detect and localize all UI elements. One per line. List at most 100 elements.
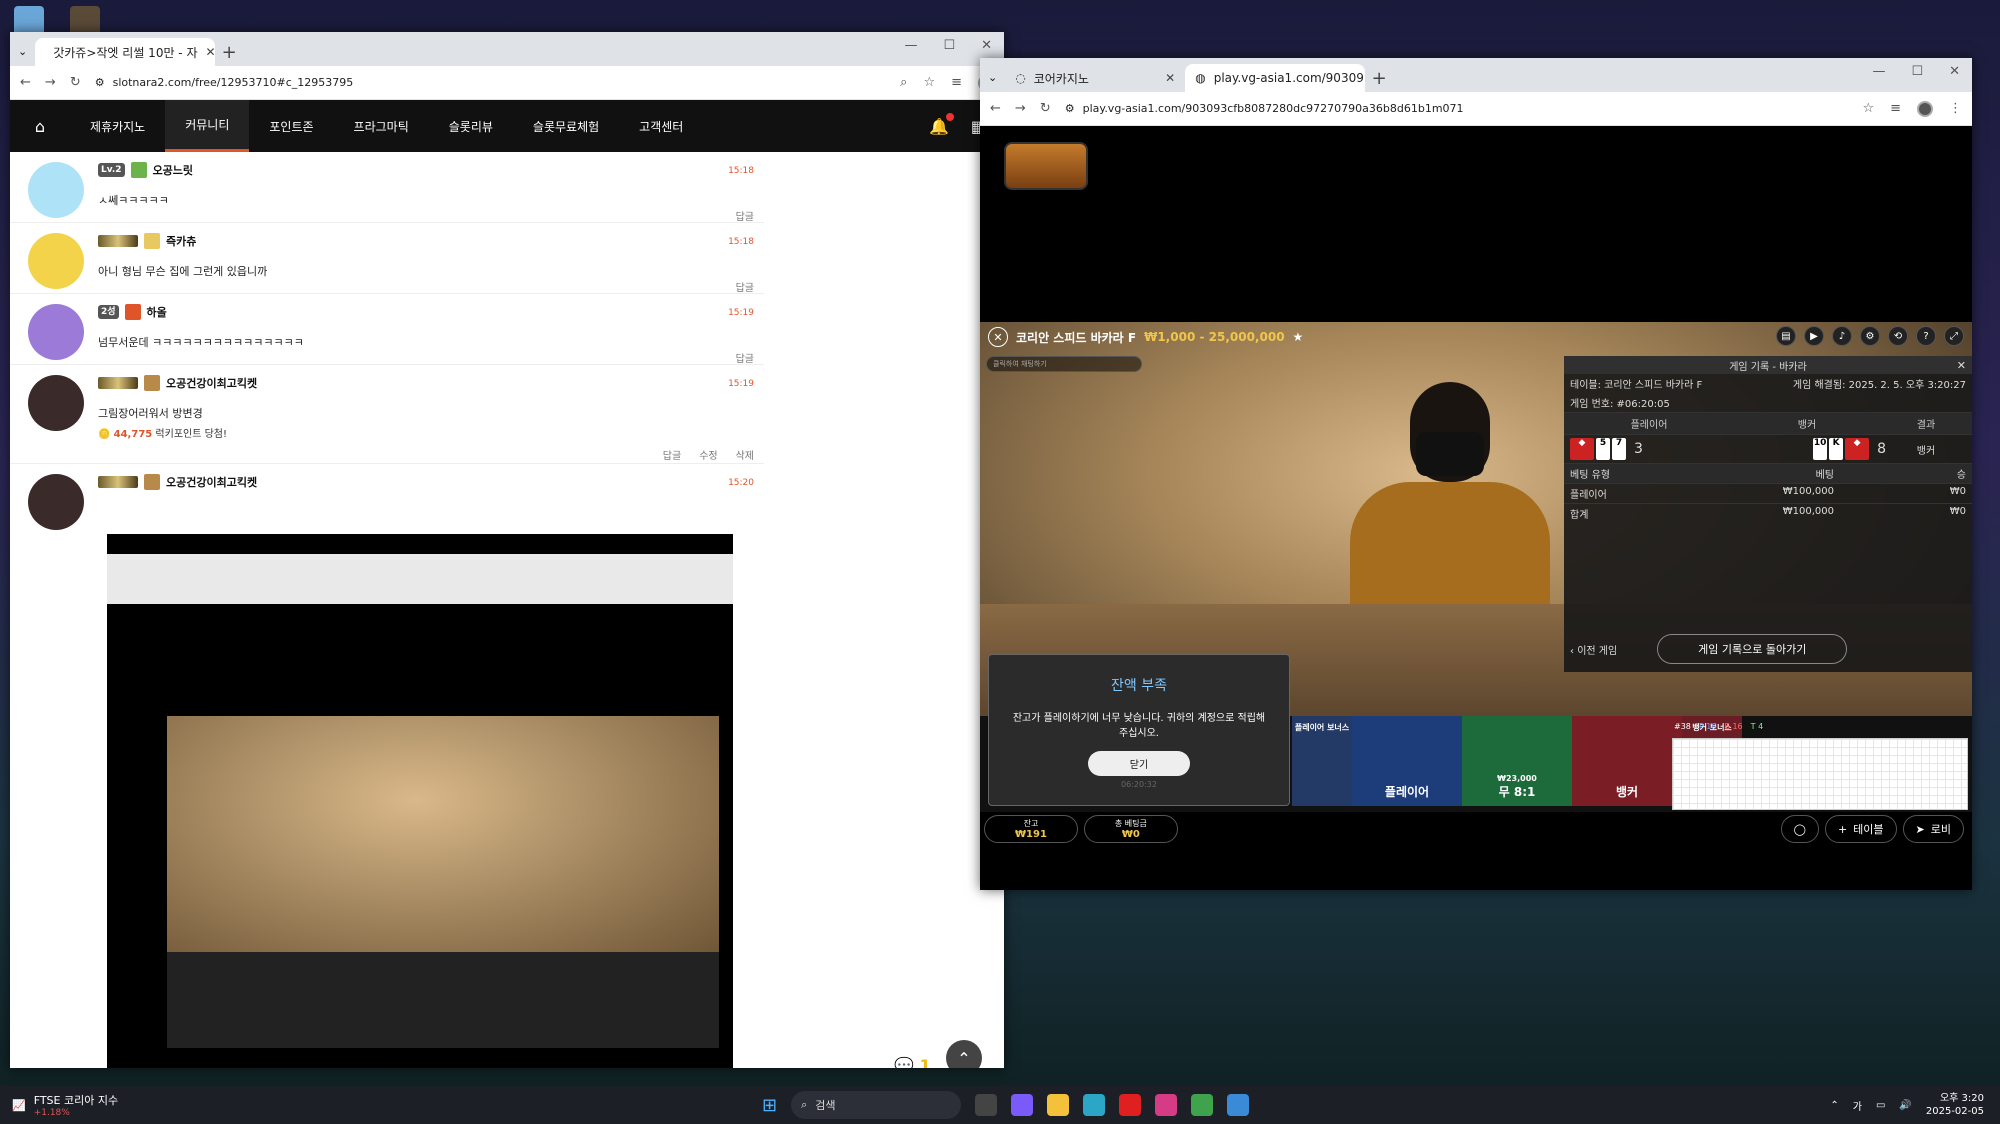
- maximize-icon[interactable]: ☐: [943, 38, 955, 53]
- back-icon[interactable]: ←: [20, 75, 31, 90]
- edit-link[interactable]: 수정: [699, 447, 717, 462]
- new-tab-button[interactable]: +: [215, 38, 243, 66]
- clock[interactable]: 오후 3:20 2025-02-05: [1926, 1092, 1984, 1118]
- close-tab-icon[interactable]: ✕: [1165, 71, 1175, 85]
- avatar[interactable]: [28, 162, 84, 218]
- volume-icon[interactable]: 🔊: [1899, 1100, 1911, 1111]
- minimize-icon[interactable]: —: [904, 38, 917, 53]
- add-table-button[interactable]: + 테이블: [1824, 815, 1897, 843]
- lobby-button[interactable]: ➤ 로비: [1902, 815, 1964, 843]
- chat-icon[interactable]: ▤: [1776, 326, 1796, 346]
- avatar[interactable]: [28, 233, 84, 289]
- comment-author[interactable]: 즉카츄: [166, 233, 196, 249]
- comment-author[interactable]: 오공건강이최고킥켓: [166, 474, 257, 490]
- new-tab-button[interactable]: +: [1365, 64, 1393, 92]
- tab-active[interactable]: 갓카쥬>작엣 리썰 10만 - 자 ✕: [35, 38, 216, 66]
- tab-game[interactable]: ◍ play.vg-asia1.com/90309 🔊 ✕: [1185, 64, 1366, 92]
- scroll-top-button[interactable]: ⌃: [946, 1040, 982, 1068]
- address-bar[interactable]: ⚙ play.vg-asia1.com/903093cfb8087280dc97…: [1065, 102, 1849, 115]
- chat-toggle-button[interactable]: ◯: [1780, 815, 1819, 843]
- site-info-icon[interactable]: ⚙: [1065, 102, 1075, 115]
- site-info-icon[interactable]: ⚙: [95, 76, 105, 89]
- bet-tie[interactable]: ₩23,000 무 8:1: [1462, 716, 1572, 806]
- back-icon[interactable]: ←: [990, 101, 1001, 116]
- help-icon[interactable]: ?: [1916, 326, 1936, 346]
- nav-partner-casino[interactable]: 제휴카지노: [70, 100, 165, 152]
- close-window-icon[interactable]: ✕: [1949, 64, 1960, 79]
- bet-banker[interactable]: 뱅커: [1572, 716, 1682, 806]
- media-icon[interactable]: ≡: [1890, 101, 1901, 116]
- roadmap[interactable]: [1672, 738, 1968, 810]
- more-menu-icon[interactable]: ⋮: [1949, 101, 1962, 116]
- favorite-star-icon[interactable]: ★: [1293, 330, 1304, 344]
- avatar[interactable]: [28, 375, 84, 431]
- comment-author[interactable]: 오공건강이최고킥켓: [166, 375, 257, 391]
- forward-icon[interactable]: →: [1015, 101, 1026, 116]
- bet-player[interactable]: 플레이어: [1352, 716, 1462, 806]
- youtube-icon[interactable]: [1119, 1094, 1142, 1116]
- ime-indicator[interactable]: 가: [1853, 1098, 1862, 1113]
- edge-icon[interactable]: [1083, 1094, 1106, 1116]
- zoom-icon[interactable]: ⌕: [900, 75, 907, 90]
- snipping-tool-icon[interactable]: [1227, 1094, 1250, 1116]
- media-icon[interactable]: ≡: [951, 75, 962, 90]
- instagram-icon[interactable]: [1155, 1094, 1178, 1116]
- comment-author[interactable]: 하올: [147, 304, 167, 320]
- address-bar[interactable]: ⚙ slotnara2.com/free/12953710#c_12953795: [95, 76, 886, 89]
- reload-icon[interactable]: ↻: [70, 75, 81, 90]
- prev-game-link[interactable]: ‹ 이전 게임: [1570, 642, 1617, 657]
- nav-point-zone[interactable]: 포인트존: [249, 100, 333, 152]
- bell-icon[interactable]: 🔔: [929, 112, 954, 136]
- stock-widget[interactable]: 📈 FTSE 코리아 지수 +1.18%: [12, 1092, 118, 1118]
- point-amount: 44,775: [113, 429, 153, 440]
- close-window-icon[interactable]: ✕: [981, 38, 992, 53]
- nav-community[interactable]: 커뮤니티: [165, 100, 250, 152]
- reload-icon[interactable]: ↻: [1040, 101, 1051, 116]
- close-game-icon[interactable]: ✕: [988, 327, 1008, 347]
- chat-input[interactable]: 클릭하여 채팅하기: [986, 356, 1142, 372]
- task-view-icon[interactable]: [975, 1094, 998, 1116]
- tab-list-icon[interactable]: ⌄: [18, 45, 27, 58]
- profile-avatar[interactable]: [1917, 100, 1933, 117]
- maximize-icon[interactable]: ☐: [1911, 64, 1923, 79]
- delete-link[interactable]: 삭제: [736, 447, 754, 462]
- reply-link[interactable]: 답글: [663, 447, 681, 462]
- video-icon[interactable]: ▶: [1804, 326, 1824, 346]
- chat-count[interactable]: 💬 1: [894, 1056, 931, 1068]
- avatar[interactable]: [28, 474, 84, 530]
- comment-author[interactable]: 오공느릿: [153, 162, 193, 178]
- reply-link[interactable]: 답글: [736, 208, 754, 223]
- nav-pragmatic[interactable]: 프라그마틱: [334, 100, 429, 152]
- nav-slot-review[interactable]: 슬롯리뷰: [429, 100, 513, 152]
- taskbar-search[interactable]: ⌕ 검색: [791, 1091, 962, 1119]
- fullscreen-icon[interactable]: ⤢: [1944, 326, 1964, 346]
- close-tab-icon[interactable]: ✕: [206, 45, 216, 59]
- file-explorer-icon[interactable]: [1047, 1094, 1070, 1116]
- bookmark-star-icon[interactable]: ☆: [1862, 101, 1874, 116]
- nav-free-slot[interactable]: 슬롯무료체험: [513, 100, 619, 152]
- modal-close-button[interactable]: 닫기: [1087, 751, 1191, 776]
- back-to-history-button[interactable]: 게임 기록으로 돌아가기: [1657, 634, 1848, 664]
- forward-icon[interactable]: →: [45, 75, 56, 90]
- reply-link[interactable]: 답글: [736, 279, 754, 294]
- reply-link[interactable]: 답글: [736, 350, 754, 365]
- treasure-chest-icon[interactable]: [1004, 142, 1088, 190]
- tab-list-icon[interactable]: ⌄: [988, 71, 997, 84]
- minimize-icon[interactable]: —: [1872, 64, 1885, 79]
- history-icon[interactable]: ⟲: [1888, 326, 1908, 346]
- chrome-icon[interactable]: [1191, 1094, 1214, 1116]
- comment-attached-screenshot[interactable]: [107, 534, 733, 1068]
- copilot-icon[interactable]: [1011, 1094, 1034, 1116]
- network-icon[interactable]: ▭: [1876, 1100, 1885, 1111]
- settings-icon[interactable]: ⚙: [1860, 326, 1880, 346]
- windows-start-icon[interactable]: ⊞: [762, 1095, 777, 1116]
- bet-player-bonus[interactable]: 플레이어 보너스: [1292, 716, 1352, 806]
- tray-chevron-icon[interactable]: ⌃: [1830, 1100, 1838, 1111]
- close-history-icon[interactable]: ✕: [1957, 359, 1966, 372]
- bookmark-star-icon[interactable]: ☆: [923, 75, 935, 90]
- nav-support[interactable]: 고객센터: [619, 100, 703, 152]
- sound-icon[interactable]: ♪: [1832, 326, 1852, 346]
- tab-core-casino[interactable]: ◌ 코어카지노 ✕: [1005, 64, 1185, 92]
- home-icon[interactable]: ⌂: [10, 117, 70, 136]
- avatar[interactable]: [28, 304, 84, 360]
